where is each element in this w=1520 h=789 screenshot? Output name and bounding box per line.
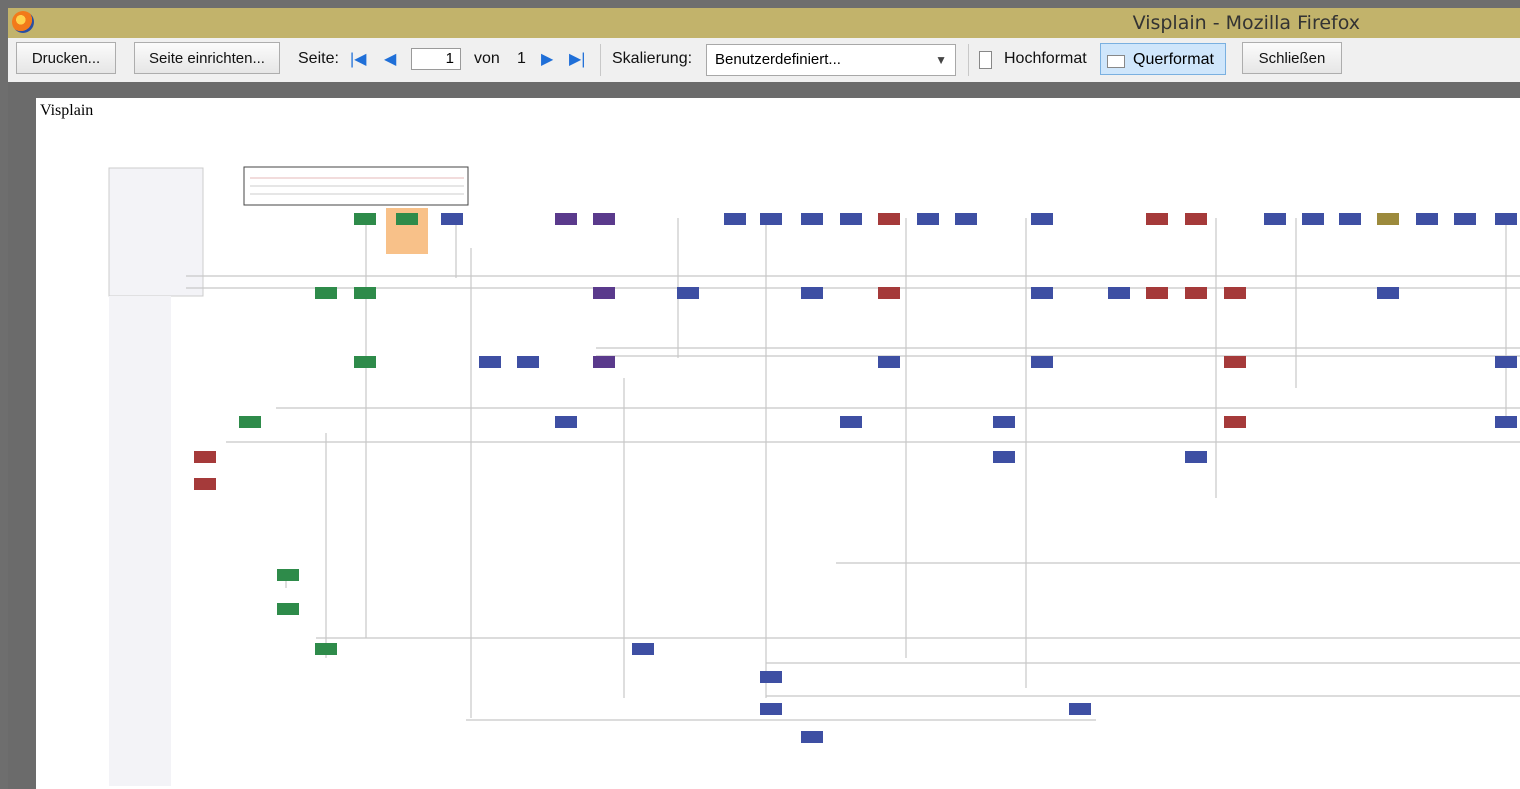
toolbar-separator bbox=[968, 44, 969, 76]
scale-label: Skalierung: bbox=[612, 50, 693, 67]
first-page-icon[interactable]: |◀ bbox=[350, 52, 366, 68]
toolbar-separator bbox=[600, 44, 601, 76]
portrait-option[interactable]: Hochformat bbox=[1004, 50, 1087, 68]
print-page: Visplain bbox=[36, 98, 1520, 789]
landscape-page-icon bbox=[1107, 55, 1125, 68]
page-number-input[interactable]: 1 bbox=[411, 48, 461, 70]
diagram-canvas bbox=[108, 166, 1520, 786]
page-of-label: von bbox=[474, 50, 500, 67]
legend-panel bbox=[108, 167, 204, 786]
landscape-label: Querformat bbox=[1133, 51, 1214, 68]
page-total: 1 bbox=[517, 50, 526, 67]
page-label: Seite: bbox=[298, 50, 339, 67]
window-title: Visplain - Mozilla Firefox bbox=[1132, 12, 1360, 34]
connector-lines bbox=[186, 218, 1520, 721]
close-button[interactable]: Schließen bbox=[1242, 42, 1342, 74]
previous-page-icon[interactable]: ◀ bbox=[384, 52, 396, 68]
portrait-page-icon bbox=[979, 51, 992, 69]
firefox-logo-icon bbox=[12, 11, 34, 33]
landscape-option[interactable]: Querformat bbox=[1100, 43, 1226, 75]
title-bar: Visplain - Mozilla Firefox bbox=[8, 8, 1520, 38]
chevron-down-icon: ▼ bbox=[935, 53, 947, 67]
print-preview-toolbar: Drucken... Seite einrichten... Seite: |◀… bbox=[8, 38, 1520, 83]
last-page-icon[interactable]: ▶| bbox=[569, 52, 585, 68]
overview-minimap bbox=[243, 166, 469, 206]
page-setup-button[interactable]: Seite einrichten... bbox=[134, 42, 280, 74]
scale-select-value: Benutzerdefiniert... bbox=[715, 51, 841, 68]
next-page-icon[interactable]: ▶ bbox=[541, 52, 553, 68]
scale-select[interactable]: Benutzerdefiniert... ▼ bbox=[706, 44, 956, 76]
print-button[interactable]: Drucken... bbox=[16, 42, 116, 74]
